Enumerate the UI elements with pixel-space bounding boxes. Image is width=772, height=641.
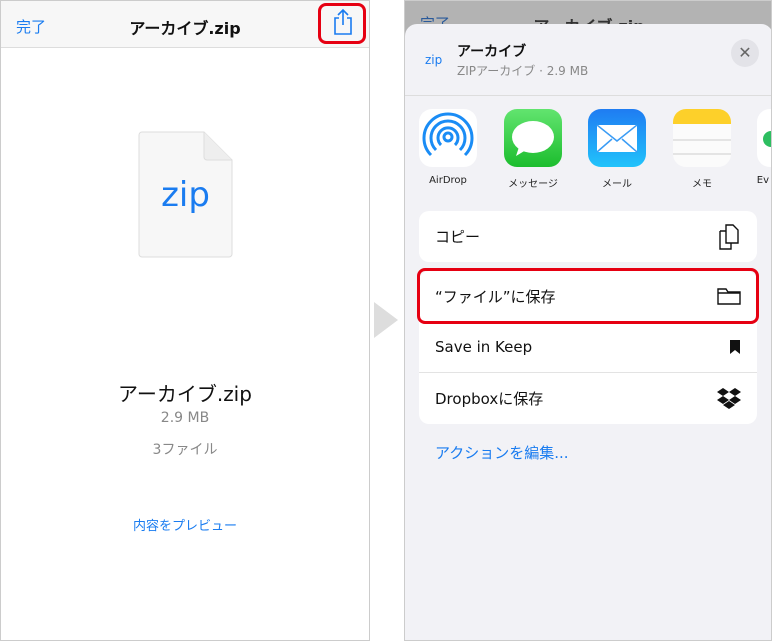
- action-save-in-keep[interactable]: Save in Keep: [419, 322, 757, 373]
- share-sheet-screen: 完了 アーカイブ.zip zip アーカイブ ZIPアーカイブ · 2.9 MB…: [404, 0, 772, 641]
- file-type-label: zip: [161, 175, 210, 215]
- airdrop-icon: [419, 109, 477, 167]
- zip-file-icon: zip: [138, 131, 233, 258]
- action-copy[interactable]: コピー: [419, 211, 757, 262]
- file-count: 3ファイル: [152, 442, 218, 458]
- divider: [405, 95, 771, 96]
- app-messages[interactable]: メッセージ: [504, 109, 562, 190]
- edit-actions-link[interactable]: アクションを編集...: [435, 442, 569, 463]
- sheet-subtitle: ZIPアーカイブ · 2.9 MB: [457, 64, 589, 78]
- app-notes[interactable]: メモ: [673, 109, 731, 190]
- app-label: メール: [602, 179, 632, 190]
- app-evernote[interactable]: Ev: [757, 109, 771, 186]
- zip-thumbnail: zip: [425, 53, 443, 67]
- app-label: Ev: [756, 175, 769, 186]
- nav-bar: 完了 アーカイブ.zip: [1, 1, 369, 48]
- save-to-files-highlight: [417, 268, 759, 324]
- file-name: アーカイブ.zip: [118, 382, 252, 406]
- dropbox-icon: [717, 387, 741, 409]
- share-highlight: [318, 3, 366, 44]
- share-sheet: zip アーカイブ ZIPアーカイブ · 2.9 MB ✕ AirDrop メッ…: [405, 24, 771, 640]
- nav-title: アーカイブ.zip: [129, 19, 241, 38]
- close-icon: ✕: [738, 43, 752, 62]
- arrow-right-icon: [374, 302, 398, 338]
- app-label: メッセージ: [508, 179, 558, 190]
- file-preview-screen: 完了 アーカイブ.zip zip アーカイブ.zip 2.9 MB 3ファイル …: [0, 0, 370, 641]
- app-mail[interactable]: メール: [588, 109, 646, 190]
- close-button[interactable]: ✕: [731, 39, 759, 67]
- app-label: AirDrop: [429, 175, 467, 186]
- sheet-title: アーカイブ: [457, 44, 527, 60]
- app-airdrop[interactable]: AirDrop: [419, 109, 477, 186]
- evernote-icon: [757, 109, 771, 167]
- action-label: Save in Keep: [435, 338, 533, 356]
- action-group-1: コピー: [419, 211, 757, 262]
- action-label: コピー: [435, 228, 481, 246]
- action-save-to-dropbox[interactable]: Dropboxに保存: [419, 373, 757, 424]
- action-label: Dropboxに保存: [435, 390, 544, 408]
- messages-icon: [504, 109, 562, 167]
- mail-icon: [588, 109, 646, 167]
- bookmark-icon: [730, 340, 740, 354]
- file-size: 2.9 MB: [160, 410, 210, 426]
- copy-icon: [719, 223, 739, 250]
- notes-icon: [673, 109, 731, 167]
- preview-link[interactable]: 内容をプレビュー: [1, 515, 369, 534]
